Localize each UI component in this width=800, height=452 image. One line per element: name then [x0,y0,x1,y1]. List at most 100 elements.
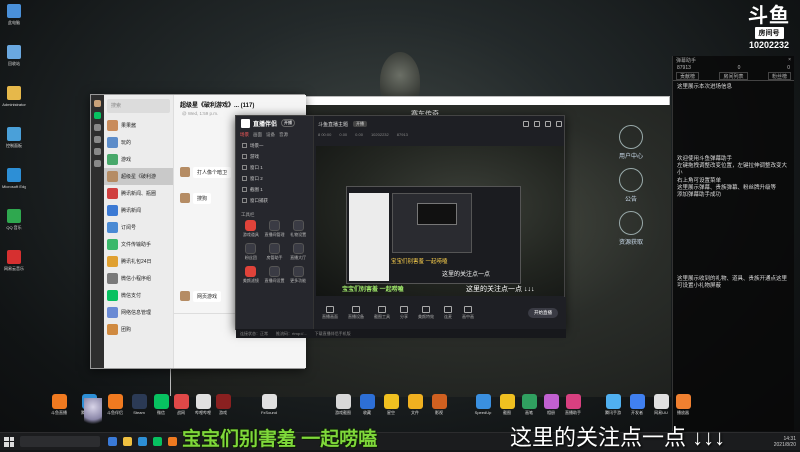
checkbox-icon[interactable] [242,198,247,203]
tab-contrib[interactable]: 贡献榜 [676,72,700,80]
contacts-icon[interactable] [94,124,101,131]
minimize-icon[interactable] [534,121,540,127]
resource-icon[interactable] [619,211,643,235]
list-item[interactable]: 微信小程序组 [104,270,173,287]
checkbox-icon[interactable] [242,176,247,181]
desktop-app-shortcut[interactable]: 战网 [170,394,192,415]
desktop-app-shortcut[interactable]: 收藏 [356,394,378,415]
close-icon[interactable]: × [788,57,791,64]
checkbox-icon[interactable] [242,165,247,170]
notice-icon[interactable] [619,168,643,192]
maximize-icon[interactable] [545,121,551,127]
bottom-tool-button[interactable]: 截图工具 [374,306,390,320]
desktop-app-shortcut[interactable]: FxSound [258,394,280,415]
desktop-app-shortcut[interactable]: 文件 [404,394,426,415]
desktop-app-shortcut[interactable]: 画笔 [518,394,540,415]
scene-item[interactable]: 窗口 1 [236,162,313,173]
desktop-app-shortcut[interactable]: 哔哩哔哩 [192,394,214,415]
list-item[interactable]: 订阅号 [104,219,173,236]
tab-rooms[interactable]: 房间列表 [719,72,748,80]
desktop-icon[interactable]: QQ 音乐 [2,209,26,243]
tool-button[interactable]: 礼物设置 [286,220,310,238]
wechat-icon[interactable] [153,437,162,446]
desktop-app-shortcut[interactable]: 开发者 [626,394,648,415]
windows-start-icon[interactable] [4,436,14,447]
bottom-tool-button[interactable]: 美颜特效 [418,306,434,320]
bottom-tool-button[interactable]: 连麦 [444,306,452,320]
desktop-app-shortcut[interactable]: 影视 [428,394,450,415]
list-item[interactable]: 文件传输助手 [104,236,173,253]
desktop-icon[interactable]: 回收站 [2,45,26,79]
tab-device[interactable]: 设备 [266,132,275,138]
live-status-pill[interactable]: 开播 [353,121,368,127]
avatar[interactable] [94,100,101,107]
tab-picture[interactable]: 画面 [253,132,262,138]
settings-icon[interactable] [523,121,529,127]
app-mode-pill[interactable]: 开播 [281,119,296,127]
checkbox-icon[interactable] [242,154,247,159]
tool-button[interactable]: 直播间设置 [263,266,287,284]
desktop-icon[interactable]: 控制面板 [2,127,26,161]
douyu-icon[interactable] [168,437,177,446]
list-item[interactable]: 游戏 [104,151,173,168]
desktop-icon[interactable]: 网易云音乐 [2,250,26,284]
bottom-tool-button[interactable]: 画中画 [462,306,474,320]
desktop-app-shortcut[interactable]: 游戏截图 [332,394,354,415]
scene-item[interactable]: 窗口 2 [236,173,313,184]
desktop-app-shortcut[interactable]: 腾讯手游 [602,394,624,415]
scene-item[interactable]: 场景一 [236,140,313,151]
desktop-app-shortcut[interactable]: 星空 [380,394,402,415]
checkbox-icon[interactable] [242,187,247,192]
desktop-app-shortcut[interactable]: 播放器 [672,394,694,415]
danmu-panel[interactable]: 弹幕助手 × 87913 0 0 贡献榜 房间列表 粉丝榜 这里展示本次进场信息… [672,56,794,431]
desktop-app-shortcut[interactable]: 相册 [540,394,562,415]
list-item[interactable]: 腾讯礼包24日 [104,253,173,270]
start-live-button[interactable]: 开始直播 [528,308,558,318]
tool-button[interactable]: 美颜滤镜 [239,266,263,284]
tool-button[interactable]: 更多功能 [286,266,310,284]
live-companion-window[interactable]: 直播伴侣 开播 场景 画面 设备 音源 场景一 游戏 窗口 1 窗口 2 截图 1 窗口捕… [235,115,566,338]
wechat-search-input[interactable]: 搜索 [107,99,170,113]
list-item[interactable]: 微信支付 [104,287,173,304]
list-item[interactable]: 团购 [104,321,173,338]
bottom-tool-button[interactable]: 直播设备 [348,306,364,320]
scene-item[interactable]: 窗口捕获 [236,195,313,206]
desktop-app-shortcut[interactable]: 截图 [496,394,518,415]
folder-icon[interactable] [94,148,101,155]
desktop-app-shortcut[interactable]: 网易UU [650,394,672,415]
tool-button[interactable]: 粉丝团 [239,243,263,261]
tool-button[interactable]: 直播大厅 [286,243,310,261]
tool-button[interactable]: 房管助手 [263,243,287,261]
tool-button[interactable]: 游戏道具 [239,220,263,238]
favorites-icon[interactable] [94,136,101,143]
desktop-app-shortcut[interactable]: 斗鱼伴侣 [104,394,126,415]
list-item[interactable]: 网络信息管理 [104,304,173,321]
desktop-app-shortcut[interactable]: 微信 [150,394,172,415]
desktop-icon[interactable]: Microsoft Edge [2,168,26,202]
tab-audio[interactable]: 音源 [279,132,288,138]
desktop-app-shortcut[interactable]: Steam [128,394,150,415]
list-item[interactable]: 超级星《破利游 [104,168,173,185]
desktop-app-shortcut[interactable]: 直播助手 [562,394,584,415]
desktop-icon[interactable]: Administrator [2,86,26,120]
list-item[interactable]: 腾讯新闻 [104,202,173,219]
moments-icon[interactable] [94,160,101,167]
list-item[interactable]: 玩的 [104,134,173,151]
bottom-tool-button[interactable]: 直播画面 [322,306,338,320]
desktop-app-shortcut[interactable]: SpeedUp [472,394,494,415]
desktop-app-shortcut[interactable]: 游戏 [212,394,234,415]
checkbox-icon[interactable] [242,143,247,148]
scene-item[interactable]: 游戏 [236,151,313,162]
tab-scene[interactable]: 场景 [240,132,249,138]
tab-fans[interactable]: 粉丝榜 [767,72,791,80]
close-icon[interactable] [556,121,562,127]
user-center-icon[interactable] [619,125,643,149]
tool-button[interactable]: 直播间管理 [263,220,287,238]
explorer-icon[interactable] [123,437,132,446]
list-item[interactable]: 果果酱 [104,117,173,134]
chat-icon[interactable] [94,112,101,119]
edge-icon[interactable] [138,437,147,446]
task-view-icon[interactable] [108,437,117,446]
scene-item[interactable]: 截图 1 [236,184,313,195]
desktop-icon[interactable]: 此电脑 [2,4,26,38]
